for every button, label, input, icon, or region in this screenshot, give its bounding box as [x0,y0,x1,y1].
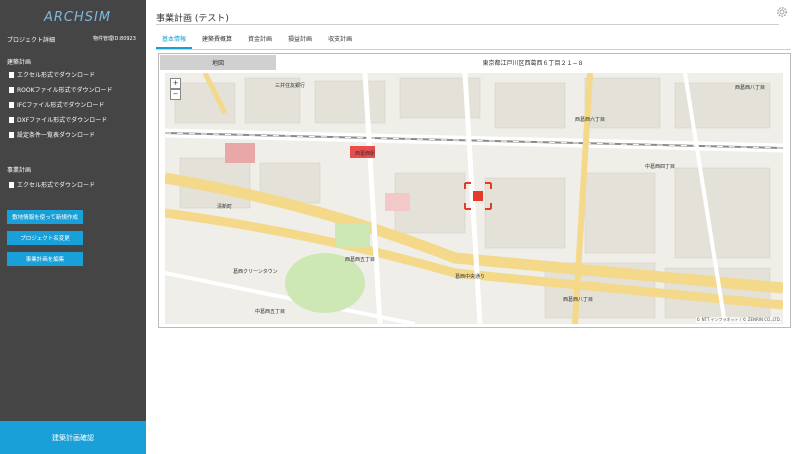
archsim-logo[interactable]: ARCHSIM [44,10,111,25]
map-place-label: 中葛西五丁目 [255,308,285,315]
section-business-plan: 事業計画 [7,167,32,174]
download-settings-list-link[interactable]: 設定条件一覧表ダウンロード [9,130,95,139]
business-download-excel-link[interactable]: エクセル形式でダウンロード [9,180,95,189]
section-building-plan: 建築計画 [7,59,32,66]
gear-icon[interactable] [775,4,789,18]
zoom-in-button[interactable]: + [170,78,181,89]
map-place-label: 西葛西六丁目 [575,116,605,123]
title-divider [156,24,779,25]
map-attribution: © NTT インフラネット / © ZENRIN CO.,LTD. [696,317,781,323]
zoom-out-button[interactable]: − [170,89,181,100]
map-place-label: 中葛西四丁目 [645,163,675,170]
project-id: 物件管理ID:80923 [93,36,136,42]
project-detail-label: プロジェクト詳細 [7,37,56,44]
page-title: 事業計画 (テスト) [156,14,229,24]
site-address: 東京都江戸川区西葛西６丁目２１−８ [482,60,584,67]
document-icon [9,116,14,123]
tab-cashflow-plan[interactable]: 収支計画 [322,33,358,47]
site-map[interactable]: 西葛西駅 西葛西六丁目 西葛西八丁目 西葛西五丁目 西葛西八丁目 中葛西四丁目 … [165,73,783,324]
download-excel-link[interactable]: エクセル形式でダウンロード [9,70,95,79]
tab-profit-loss-plan[interactable]: 損益計画 [282,33,318,47]
edit-business-plan-button[interactable]: 事業計画を編集 [7,252,83,266]
map-label: 地図 [160,55,276,70]
map-place-label: 葛西中央通り [455,273,485,280]
map-place-label: 西葛西八丁目 [735,84,765,91]
download-rook-link[interactable]: ROOKファイル形式でダウンロード [9,85,113,94]
map-place-label: 西葛西駅 [355,150,375,157]
map-place-label: 清新町 [217,203,232,210]
tab-basic-info[interactable]: 基本情報 [156,33,193,49]
download-dxf-link[interactable]: DXFファイル形式でダウンロード [9,115,107,124]
map-place-label: 三井住友銀行 [275,82,305,89]
confirm-building-plan-button[interactable]: 建築計画確認 [0,421,146,454]
map-place-label: 西葛西八丁目 [563,296,593,303]
tab-funding-plan[interactable]: 資金計画 [242,33,278,47]
tab-bar: 基本情報 建築費概算 資金計画 損益計画 収支計画 [156,33,362,49]
download-ifc-link[interactable]: IFCファイル形式でダウンロード [9,100,104,109]
map-place-label: 西葛西五丁目 [345,256,375,263]
document-icon [9,181,14,188]
document-icon [9,86,14,93]
map-place-label: 葛西クリーンタウン [233,268,278,275]
tabs-divider [156,49,791,50]
sidebar: ARCHSIM プロジェクト詳細 物件管理ID:80923 建築計画 エクセル形… [0,0,146,454]
create-from-site-button[interactable]: 敷地情報を使って新規作成 [7,210,83,224]
document-icon [9,71,14,78]
map-panel: 地図 東京都江戸川区西葛西６丁目２１−８ 西葛西駅 西葛西六丁目 西葛西八丁目 … [158,53,791,328]
tab-construction-cost[interactable]: 建築費概算 [196,33,238,47]
document-icon [9,131,14,138]
document-icon [9,101,14,108]
rename-project-button[interactable]: プロジェクト名変更 [7,231,83,245]
